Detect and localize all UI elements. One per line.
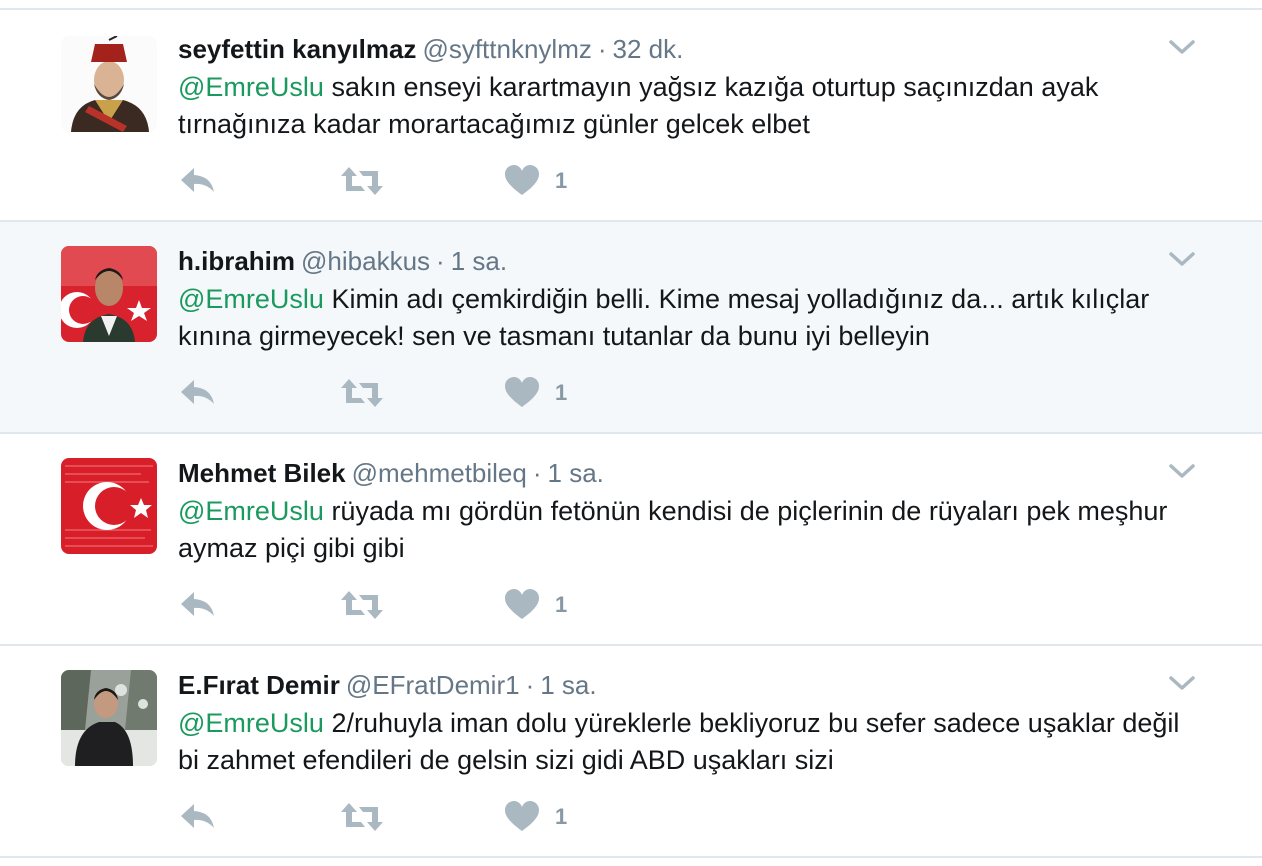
tweet-body: rüyada mı gördün fetönün kendisi de piçl… <box>178 496 1168 563</box>
retweet-icon <box>341 167 383 195</box>
avatar[interactable] <box>61 670 157 766</box>
avatar-image <box>61 36 157 132</box>
user-handle[interactable]: @hibakkus <box>301 246 430 276</box>
tweet-text: @EmreUslu 2/ruhuyla iman dolu yüreklerle… <box>178 705 1188 779</box>
like-button[interactable] <box>502 164 542 198</box>
like-count: 1 <box>555 380 568 405</box>
avatar-image <box>61 670 157 766</box>
tweet-item[interactable]: E.Fırat Demir @EFratDemir1 · 1 sa. @EmreUsl… <box>0 646 1262 858</box>
avatar[interactable] <box>61 36 157 132</box>
tweet-header: E.Fırat Demir @EFratDemir1 · 1 sa. <box>178 670 597 700</box>
tweet-body: Kimin adı çemkirdiğin belli. Kime mesaj … <box>178 284 1150 351</box>
like-button[interactable] <box>502 800 542 834</box>
heart-icon <box>505 165 539 195</box>
reply-button[interactable] <box>178 376 218 410</box>
heart-icon <box>505 589 539 619</box>
user-handle[interactable]: @mehmetbileq <box>352 458 527 488</box>
tweet-timestamp[interactable]: 32 dk. <box>613 34 684 64</box>
reply-button[interactable] <box>178 588 218 622</box>
retweet-icon <box>341 591 383 619</box>
tweet-actions: 1 <box>178 376 598 410</box>
reply-button[interactable] <box>178 164 218 198</box>
reply-icon <box>181 168 214 192</box>
retweet-button[interactable] <box>340 800 384 834</box>
tweet-actions: 1 <box>178 800 598 834</box>
tweet-timeline: seyfettin kanyılmaz @syfttnknylmz · 32 dk. … <box>0 0 1262 866</box>
retweet-button[interactable] <box>340 376 384 410</box>
tweet-header: seyfettin kanyılmaz @syfttnknylmz · 32 dk. <box>178 34 683 64</box>
like-count: 1 <box>555 804 568 829</box>
tweet-text: @EmreUslu rüyada mı gördün fetönün kendi… <box>178 493 1188 567</box>
user-fullname[interactable]: Mehmet Bilek <box>178 458 346 488</box>
mention-link[interactable]: @EmreUslu <box>178 284 324 314</box>
user-fullname[interactable]: h.ibrahim <box>178 246 295 276</box>
mention-link[interactable]: @EmreUslu <box>178 496 324 526</box>
tweet-text: @EmreUslu sakın enseyi karartmayın yağsı… <box>178 69 1188 143</box>
tweet-header: Mehmet Bilek @mehmetbileq · 1 sa. <box>178 458 604 488</box>
tweet-timestamp[interactable]: 1 sa. <box>540 670 596 700</box>
chevron-down-icon[interactable] <box>1166 248 1198 270</box>
chevron-down-icon[interactable] <box>1166 672 1198 694</box>
like-count: 1 <box>555 592 568 617</box>
retweet-icon <box>341 379 383 407</box>
user-fullname[interactable]: seyfettin kanyılmaz <box>178 34 416 64</box>
mention-link[interactable]: @EmreUslu <box>178 708 324 738</box>
user-handle[interactable]: @EFratDemir1 <box>346 670 520 700</box>
retweet-button[interactable] <box>340 164 384 198</box>
chevron-down-icon[interactable] <box>1166 460 1198 482</box>
chevron-down-icon[interactable] <box>1166 36 1198 58</box>
reply-icon <box>181 804 214 828</box>
tweet-timestamp[interactable]: 1 sa. <box>451 246 507 276</box>
avatar[interactable] <box>61 246 157 342</box>
like-count: 1 <box>555 168 568 193</box>
tweet-actions: 1 <box>178 588 598 622</box>
tweet-body: 2/ruhuyla iman dolu yüreklerle bekliyoru… <box>178 708 1180 775</box>
user-handle[interactable]: @syfttnknylmz <box>422 34 591 64</box>
tweet-header: h.ibrahim @hibakkus · 1 sa. <box>178 246 507 276</box>
avatar[interactable] <box>61 458 157 554</box>
reply-icon <box>181 380 214 404</box>
tweet-text: @EmreUslu Kimin adı çemkirdiğin belli. K… <box>178 281 1188 355</box>
reply-button[interactable] <box>178 800 218 834</box>
tweet-timestamp[interactable]: 1 sa. <box>548 458 604 488</box>
dot-separator: · <box>436 246 445 276</box>
tweet-actions: 1 <box>178 164 598 198</box>
mention-link[interactable]: @EmreUslu <box>178 72 324 102</box>
like-button[interactable] <box>502 588 542 622</box>
dot-separator: · <box>597 34 607 64</box>
like-button[interactable] <box>502 376 542 410</box>
tweet-item[interactable]: Mehmet Bilek @mehmetbileq · 1 sa. @EmreUslu… <box>0 434 1262 646</box>
dot-separator: · <box>525 670 535 700</box>
avatar-image <box>61 246 157 342</box>
heart-icon <box>505 801 539 831</box>
tweet-item[interactable]: h.ibrahim @hibakkus · 1 sa. @EmreUslu Kimin… <box>0 222 1262 434</box>
tweet-item[interactable]: seyfettin kanyılmaz @syfttnknylmz · 32 dk. … <box>0 10 1262 222</box>
avatar-image <box>61 458 157 554</box>
retweet-icon <box>341 803 383 831</box>
reply-icon <box>181 592 214 616</box>
heart-icon <box>505 377 539 407</box>
dot-separator: · <box>532 458 542 488</box>
retweet-button[interactable] <box>340 588 384 622</box>
user-fullname[interactable]: E.Fırat Demir <box>178 670 340 700</box>
